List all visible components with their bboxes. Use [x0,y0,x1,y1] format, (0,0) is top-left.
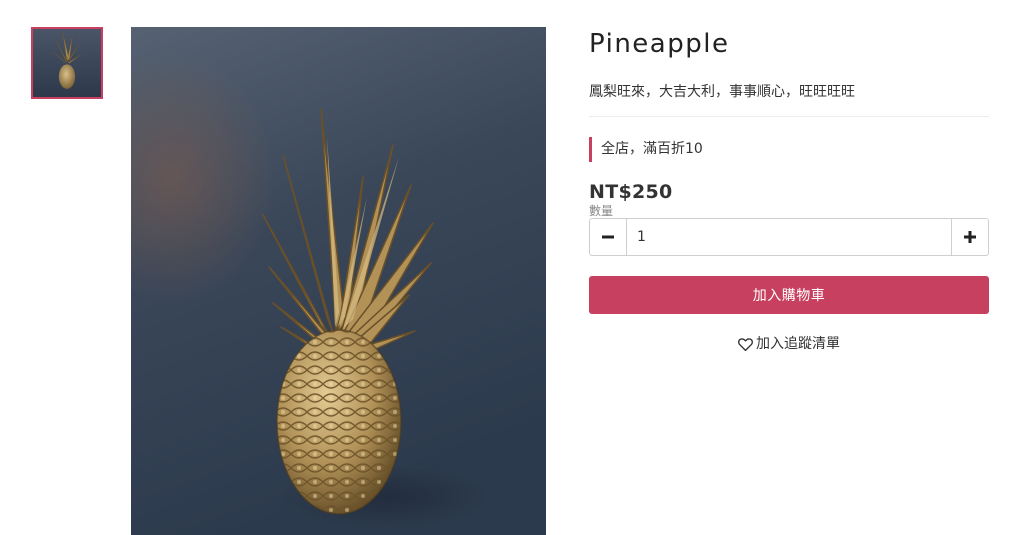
product-title: Pineapple [589,29,730,59]
minus-icon [602,235,614,239]
pineapple-thumbnail-image [33,29,101,97]
wishlist-label: 加入追蹤清單 [756,336,840,352]
quantity-stepper [589,218,989,256]
promo-banner: 全店，滿百折10 [589,137,989,162]
product-details: Pineapple 鳳梨旺來，大吉大利，事事順心，旺旺旺旺 全店，滿百折10 N… [589,27,989,354]
increase-quantity-button[interactable] [952,218,989,256]
divider [589,116,989,117]
add-to-cart-button[interactable]: 加入購物車 [589,276,989,314]
product-price: NT$250 [589,181,673,203]
plus-icon [964,231,976,243]
pineapple-photo [131,27,546,535]
quantity-input[interactable] [626,218,952,256]
product-main-image [131,27,546,535]
product-subtitle: 鳳梨旺來，大吉大利，事事順心，旺旺旺旺 [589,84,855,100]
quantity-label: 數量 [589,204,614,218]
product-thumbnail[interactable] [31,27,103,99]
decrease-quantity-button[interactable] [589,218,626,256]
heart-outline-icon [738,337,753,351]
add-to-wishlist-button[interactable]: 加入追蹤清單 [589,334,989,354]
product-page: Pineapple 鳳梨旺來，大吉大利，事事順心，旺旺旺旺 全店，滿百折10 N… [0,0,1026,535]
